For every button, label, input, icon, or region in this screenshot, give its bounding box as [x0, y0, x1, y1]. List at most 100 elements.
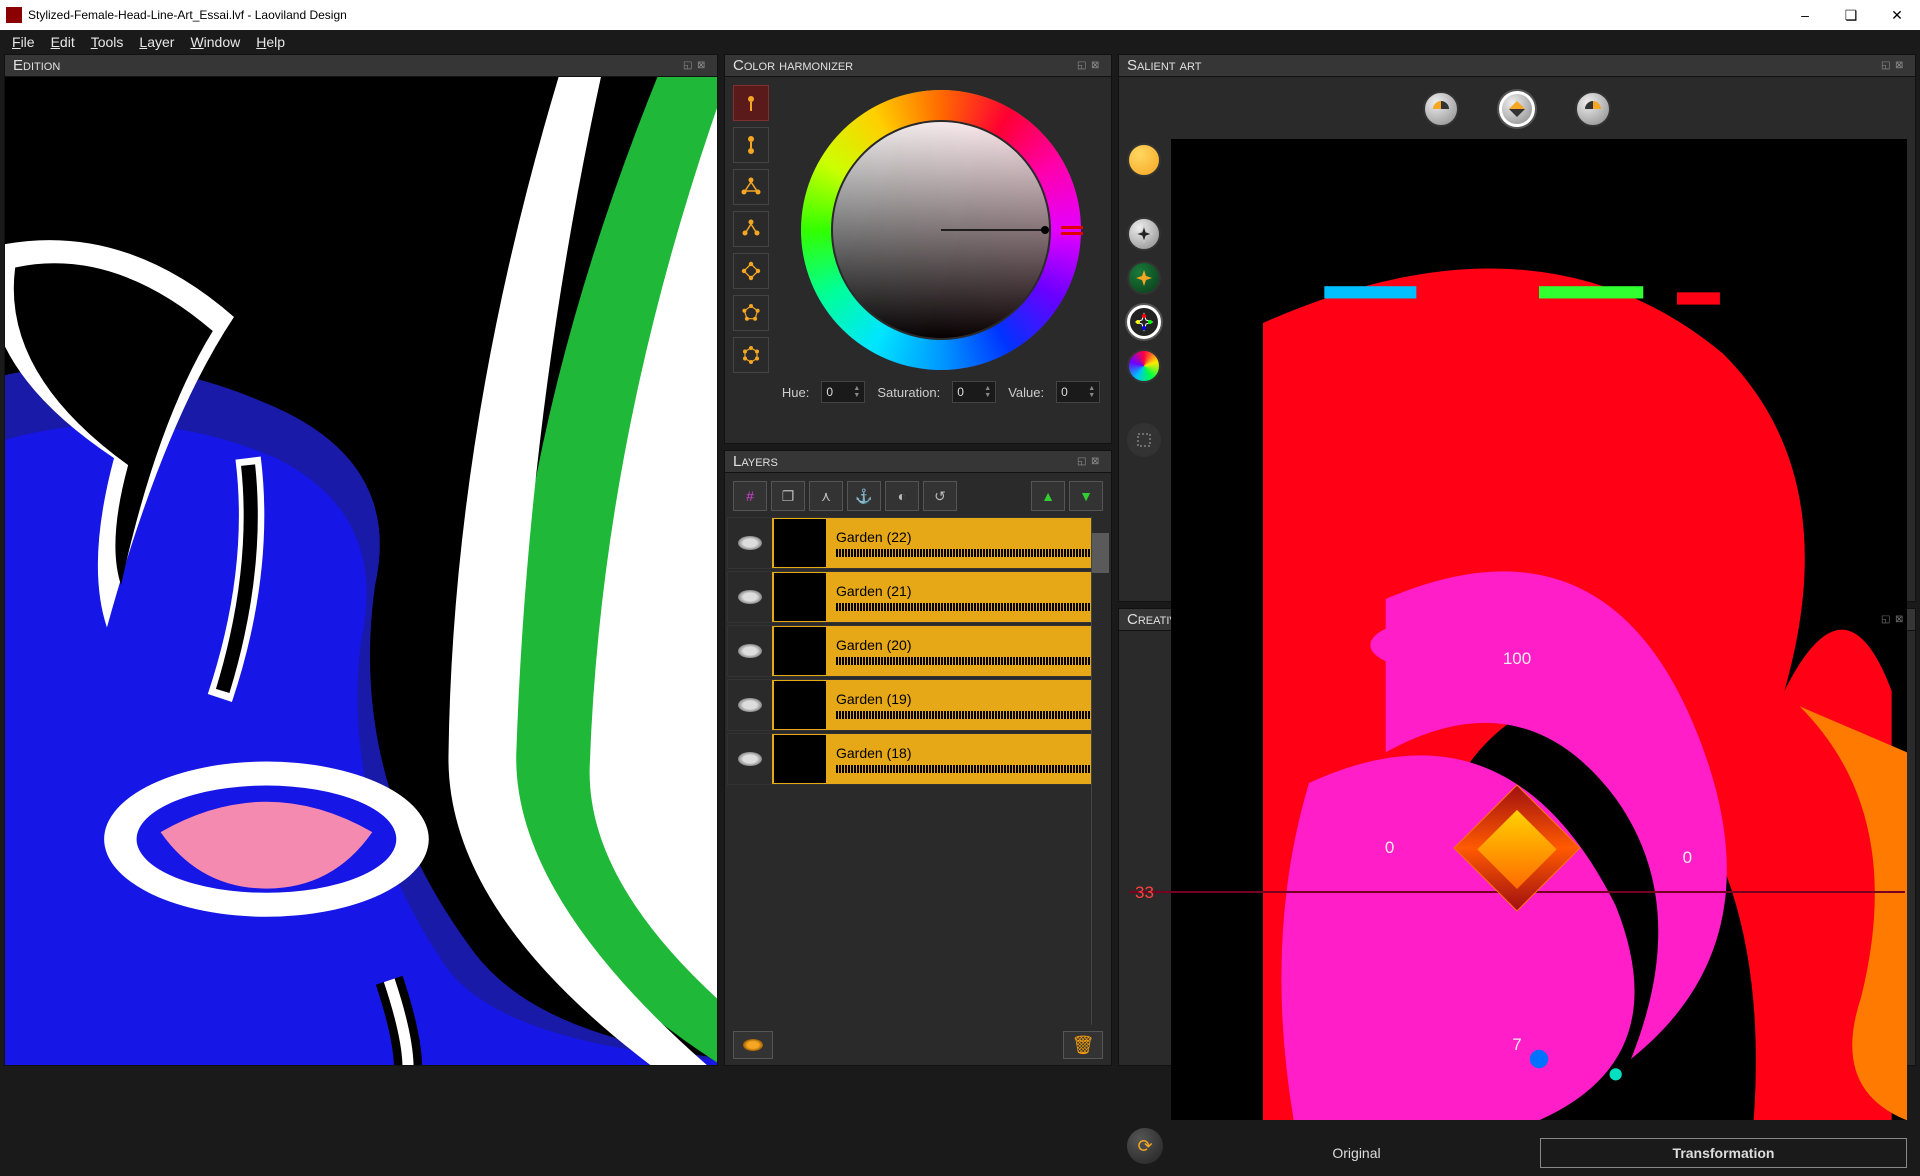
scheme-penta[interactable] — [733, 295, 769, 331]
creative-left-value: 0 — [1385, 838, 1394, 858]
hue-label: Hue: — [782, 385, 809, 400]
scheme-triangle[interactable] — [733, 169, 769, 205]
scheme-hexa[interactable] — [733, 337, 769, 373]
harmonizer-title: Color harmonizer — [733, 57, 853, 74]
salient-refresh-icon[interactable]: ⟳ — [1127, 1128, 1163, 1164]
layer-visibility-icon[interactable] — [728, 572, 772, 622]
layer-visibility-icon[interactable] — [728, 626, 772, 676]
salient-tool-star[interactable] — [1127, 217, 1161, 251]
menu-layer[interactable]: Layer — [131, 32, 182, 52]
layer-opacity-bar[interactable] — [836, 711, 1100, 719]
layer-down-button[interactable]: ▼ — [1069, 481, 1103, 511]
layers-title: Layers — [733, 453, 778, 470]
creative-controller-panel: Creative controller ◱ ⊠ 100 0 0 33 7 — [1118, 608, 1916, 1066]
layer-merge-button[interactable]: ⋏ — [809, 481, 843, 511]
titlebar: Stylized-Female-Head-Line-Art_Essai.lvf … — [0, 0, 1920, 30]
layer-visibility-icon[interactable] — [728, 734, 772, 784]
undock-icon[interactable]: ◱ — [683, 60, 695, 72]
layer-visibility-toggle[interactable] — [733, 1031, 773, 1059]
layer-mask-button[interactable]: ◐ — [885, 481, 919, 511]
salient-mode-mirror[interactable] — [1499, 91, 1535, 127]
menu-tools[interactable]: Tools — [83, 32, 132, 52]
layer-thumbnail — [774, 627, 826, 675]
layer-name: Garden (19) — [836, 691, 1100, 707]
salient-mode-right[interactable] — [1575, 91, 1611, 127]
scheme-single[interactable] — [733, 85, 769, 121]
layer-thumbnail — [774, 573, 826, 621]
layer-opacity-bar[interactable] — [836, 765, 1100, 773]
layer-thumbnail — [774, 519, 826, 567]
layer-opacity-bar[interactable] — [836, 549, 1100, 557]
layer-list[interactable]: Garden (22) Garden (21) Garden (20) Gard… — [727, 517, 1109, 1025]
layer-row[interactable]: Garden (21) — [727, 571, 1109, 623]
creative-right-value: 0 — [1683, 848, 1692, 868]
app-icon — [6, 7, 22, 23]
layer-row[interactable]: Garden (22) — [727, 517, 1109, 569]
salient-art-panel: Salient art ◱ ⊠ — [1118, 54, 1916, 602]
creative-top-value: 100 — [1503, 649, 1531, 669]
salient-tool-hue-wheel[interactable] — [1127, 349, 1161, 383]
color-harmonizer-panel: Color harmonizer ◱ ⊠ — [724, 54, 1112, 444]
layers-panel: Layers ◱ ⊠ # ❐ ⋏ ⚓ ◐ ↺ ▲ ▼ Garden (22) G… — [724, 450, 1112, 1066]
salient-tool-marquee[interactable] — [1127, 423, 1161, 457]
menu-edit[interactable]: Edit — [43, 32, 83, 52]
layer-name: Garden (18) — [836, 745, 1100, 761]
undock-icon[interactable]: ◱ — [1077, 60, 1089, 72]
layer-visibility-icon[interactable] — [728, 680, 772, 730]
close-icon[interactable]: ⊠ — [1895, 60, 1907, 72]
layer-thumbnail — [774, 681, 826, 729]
minimize-button[interactable]: – — [1782, 0, 1828, 30]
hue-input[interactable]: 0▲▼ — [821, 381, 865, 403]
close-button[interactable]: ✕ — [1874, 0, 1920, 30]
layer-reset-button[interactable]: ↺ — [923, 481, 957, 511]
value-input[interactable]: 0▲▼ — [1056, 381, 1100, 403]
menu-help[interactable]: Help — [248, 32, 293, 52]
layer-thumbnail — [774, 735, 826, 783]
scheme-tetra[interactable] — [733, 253, 769, 289]
salient-mode-left[interactable] — [1423, 91, 1459, 127]
menu-window[interactable]: Window — [182, 32, 248, 52]
salient-tool-gold[interactable] — [1127, 143, 1161, 177]
edition-title: Edition — [13, 57, 60, 74]
layer-name: Garden (20) — [836, 637, 1100, 653]
undock-icon[interactable]: ◱ — [1077, 456, 1089, 468]
close-icon[interactable]: ⊠ — [1895, 614, 1907, 626]
creative-canvas[interactable]: 100 0 0 33 7 — [1119, 631, 1915, 1065]
undock-icon[interactable]: ◱ — [1881, 60, 1893, 72]
scheme-split[interactable] — [733, 211, 769, 247]
layer-fx-button[interactable]: # — [733, 481, 767, 511]
layer-row[interactable]: Garden (18) — [727, 733, 1109, 785]
edition-panel: Edition ◱ ⊠ — [4, 54, 718, 1066]
layer-delete-button[interactable]: 🗑 — [1063, 1031, 1103, 1059]
val-label: Value: — [1008, 385, 1044, 400]
scheme-complementary[interactable] — [733, 127, 769, 163]
color-wheel[interactable] — [796, 85, 1086, 375]
menu-file[interactable]: File — [4, 32, 43, 52]
salient-tool-hue-star[interactable] — [1127, 261, 1161, 295]
close-icon[interactable]: ⊠ — [697, 60, 709, 72]
close-icon[interactable]: ⊠ — [1091, 456, 1103, 468]
layer-opacity-bar[interactable] — [836, 657, 1100, 665]
layer-row[interactable]: Garden (20) — [727, 625, 1109, 677]
layer-opacity-bar[interactable] — [836, 603, 1100, 611]
layer-row[interactable]: Garden (19) — [727, 679, 1109, 731]
layer-up-button[interactable]: ▲ — [1031, 481, 1065, 511]
sat-label: Saturation: — [877, 385, 940, 400]
layer-visibility-icon[interactable] — [728, 518, 772, 568]
layer-anchor-button[interactable]: ⚓ — [847, 481, 881, 511]
tab-transformation[interactable]: Transformation — [1540, 1138, 1907, 1168]
close-icon[interactable]: ⊠ — [1091, 60, 1103, 72]
tab-original[interactable]: Original — [1173, 1138, 1540, 1168]
layers-scrollbar[interactable] — [1091, 517, 1109, 1025]
undock-icon[interactable]: ◱ — [1881, 614, 1893, 626]
salient-tool-rgb-star[interactable] — [1127, 305, 1161, 339]
creative-bottom-value: 7 — [1512, 1035, 1521, 1055]
layer-name: Garden (22) — [836, 529, 1100, 545]
saturation-input[interactable]: 0▲▼ — [952, 381, 996, 403]
harmony-scheme-list — [733, 85, 769, 435]
layer-duplicate-button[interactable]: ❐ — [771, 481, 805, 511]
edition-canvas[interactable] — [5, 77, 717, 1065]
menubar: File Edit Tools Layer Window Help — [0, 30, 1920, 54]
layer-name: Garden (21) — [836, 583, 1100, 599]
maximize-button[interactable]: ❏ — [1828, 0, 1874, 30]
